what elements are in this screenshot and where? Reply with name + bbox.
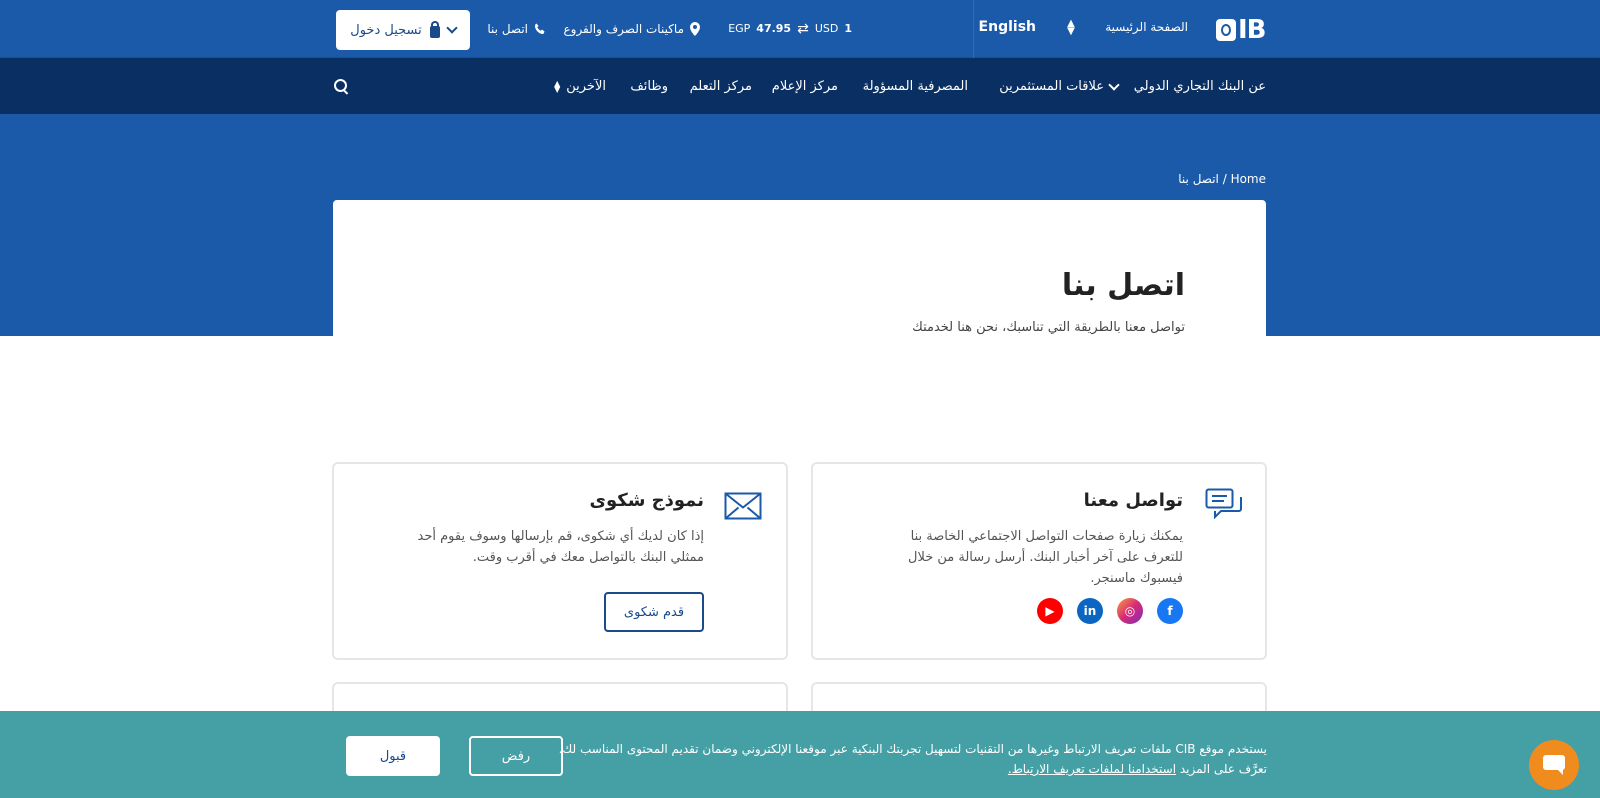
login-button[interactable]: تسجيل دخول bbox=[336, 10, 470, 50]
swap-arrows-icon: ⇄ bbox=[797, 20, 809, 37]
linkedin-icon[interactable]: in bbox=[1077, 598, 1103, 624]
fx-from-amount: 1 bbox=[844, 22, 852, 35]
cookie-banner: يستخدم موقع CIB ملفات تعريف الارتباط وغي… bbox=[0, 711, 1600, 798]
fx-to-currency: EGP bbox=[728, 22, 751, 35]
logo-mark-icon bbox=[1216, 19, 1236, 41]
nav-item-others[interactable]: ▲ ▼ الآخرين bbox=[554, 79, 606, 94]
language-toggle[interactable]: English bbox=[979, 19, 1036, 35]
topbar-divider bbox=[973, 0, 974, 58]
social-contact-card: تواصل معنا يمكنك زيارة صفحات التواصل الا… bbox=[811, 462, 1267, 660]
nav-item-investor-relations[interactable]: علاقات المستثمرين bbox=[999, 78, 1120, 94]
page-subtitle: تواصل معنا بالطريقة التي تناسبك، نحن هنا… bbox=[912, 320, 1185, 335]
breadcrumb-current: اتصل بنا bbox=[1178, 172, 1219, 186]
breadcrumb-separator: / bbox=[1222, 172, 1231, 186]
nav-item-careers[interactable]: وظائف bbox=[630, 79, 668, 94]
chevron-down-icon bbox=[1108, 78, 1120, 91]
location-pin-icon bbox=[690, 22, 700, 36]
nav-item-others-label: الآخرين bbox=[566, 79, 606, 94]
breadcrumb: اتصل بنا / Home bbox=[1178, 172, 1266, 186]
search-icon[interactable] bbox=[334, 79, 350, 95]
chat-icon[interactable] bbox=[1529, 740, 1579, 790]
submit-complaint-button[interactable]: قدم شكوى bbox=[604, 592, 704, 632]
cookie-message: يستخدم موقع CIB ملفات تعريف الارتباط وغي… bbox=[547, 739, 1267, 779]
chat-bubbles-icon bbox=[1205, 488, 1242, 520]
main-nav: عن البنك التجاري الدولي علاقات المستثمري… bbox=[0, 58, 1600, 114]
nav-item-responsible-banking[interactable]: المصرفية المسؤولة bbox=[863, 79, 968, 94]
instagram-icon[interactable]: ◎ bbox=[1117, 598, 1143, 624]
breadcrumb-home[interactable]: Home bbox=[1231, 172, 1266, 186]
social-card-text: يمكنك زيارة صفحات التواصل الاجتماعي الخا… bbox=[908, 529, 1183, 586]
atm-branches-label: ماكينات الصرف والفروع bbox=[563, 22, 684, 36]
nav-item-investor-relations-label: علاقات المستثمرين bbox=[999, 79, 1104, 94]
sort-arrows-icon: ▲ ▼ bbox=[554, 78, 561, 94]
top-bar: IB الصفحة الرئيسية ▲ ▼ English EGP 47.95 … bbox=[0, 0, 1600, 58]
complaint-card: نموذج شكوى إذا كان لديك أي شكوى، قم بإرس… bbox=[332, 462, 788, 660]
nav-item-about[interactable]: عن البنك التجاري الدولي bbox=[1134, 79, 1266, 94]
page-title: اتصل بنا bbox=[1061, 268, 1185, 303]
atm-branches-link[interactable]: ماكينات الصرف والفروع bbox=[563, 22, 700, 36]
home-link[interactable]: الصفحة الرئيسية bbox=[1105, 20, 1188, 34]
logo-text: IB bbox=[1238, 15, 1266, 45]
complaint-card-text: إذا كان لديك أي شكوى، قم بإرسالها وسوف ي… bbox=[417, 529, 705, 565]
reject-cookies-button[interactable]: رفض bbox=[469, 736, 563, 776]
exchange-rate[interactable]: EGP 47.95 ⇄ USD 1 bbox=[728, 20, 852, 37]
fx-from-currency: USD bbox=[814, 22, 839, 35]
nav-item-learning-center[interactable]: مركز التعلم bbox=[690, 79, 752, 94]
chevron-down-icon bbox=[446, 22, 458, 34]
cib-logo[interactable]: IB bbox=[1216, 15, 1266, 45]
complaint-card-title: نموذج شكوى bbox=[589, 490, 704, 511]
phone-icon bbox=[535, 23, 545, 34]
facebook-icon[interactable]: f bbox=[1157, 598, 1183, 624]
fx-to-amount: 47.95 bbox=[756, 22, 792, 35]
social-card-title: تواصل معنا bbox=[1083, 490, 1183, 511]
contact-us-label: اتصل بنا bbox=[487, 22, 528, 36]
sort-arrows-icon[interactable]: ▲ ▼ bbox=[1066, 19, 1076, 37]
lock-icon bbox=[429, 20, 440, 38]
nav-item-media-center[interactable]: مركز الإعلام bbox=[772, 79, 838, 94]
envelope-icon bbox=[724, 492, 762, 520]
accept-cookies-button[interactable]: قبول bbox=[346, 736, 440, 776]
cookie-policy-link[interactable]: استخدامنا لملفات تعريف الارتباط. bbox=[1008, 762, 1176, 776]
youtube-icon[interactable]: ▶ bbox=[1037, 598, 1063, 624]
contact-us-link[interactable]: اتصل بنا bbox=[487, 22, 546, 36]
login-label: تسجيل دخول bbox=[350, 22, 422, 38]
page-header-card: اتصل بنا تواصل معنا بالطريقة التي تناسبك… bbox=[333, 200, 1266, 336]
